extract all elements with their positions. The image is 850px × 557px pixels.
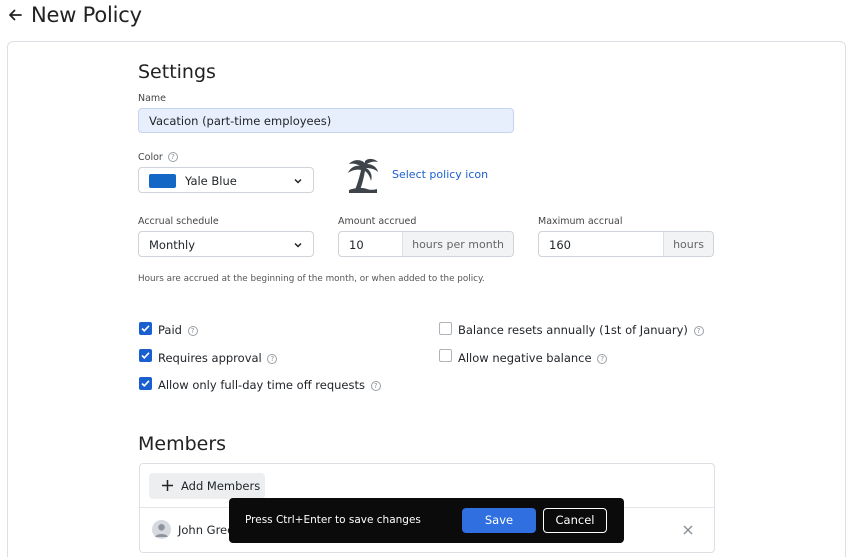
amount-accrued-input[interactable]: 10: [339, 232, 402, 256]
accrual-hint: Hours are accrued at the beginning of th…: [138, 274, 485, 284]
palm-tree-icon[interactable]: [345, 154, 385, 194]
add-members-label: Add Members: [181, 479, 261, 493]
requires-approval-label: Requires approval ?: [158, 351, 278, 365]
cancel-button[interactable]: Cancel: [543, 508, 607, 533]
full-day-only-checkbox[interactable]: [139, 377, 152, 390]
full-day-only-label: Allow only full-day time off requests ?: [158, 378, 381, 392]
amount-accrued-field[interactable]: 10 hours per month: [338, 231, 514, 257]
amount-accrued-suffix: hours per month: [402, 232, 513, 256]
add-members-button[interactable]: Add Members: [149, 473, 265, 499]
members-heading: Members: [138, 433, 227, 455]
color-select[interactable]: Yale Blue: [138, 167, 314, 193]
save-button[interactable]: Save: [462, 508, 536, 533]
allow-negative-balance-checkbox[interactable]: [439, 349, 452, 362]
settings-heading: Settings: [138, 61, 216, 83]
close-icon[interactable]: [683, 525, 693, 535]
help-icon[interactable]: ?: [370, 381, 381, 391]
requires-approval-checkbox[interactable]: [139, 349, 152, 362]
accrual-schedule-select[interactable]: Monthly: [138, 231, 314, 257]
requires-approval-label-text: Requires approval: [158, 351, 262, 365]
balance-resets-label-text: Balance resets annually (1st of January): [458, 323, 688, 337]
top-bar: New Policy: [0, 0, 850, 34]
help-icon[interactable]: ?: [187, 326, 198, 336]
page-title: New Policy: [31, 3, 142, 27]
maximum-accrual-field[interactable]: 160 hours: [538, 231, 714, 257]
balance-resets-checkbox[interactable]: [439, 322, 452, 335]
name-field[interactable]: Vacation (part-time employees): [138, 108, 514, 133]
color-label: Color ?: [138, 152, 178, 163]
toast-message: Press Ctrl+Enter to save changes: [245, 514, 421, 526]
allow-negative-balance-label: Allow negative balance ?: [458, 351, 608, 365]
help-icon[interactable]: ?: [693, 326, 704, 336]
color-swatch: [149, 174, 176, 188]
plus-icon: [162, 480, 173, 491]
help-icon[interactable]: ?: [597, 354, 608, 364]
allow-negative-balance-label-text: Allow negative balance: [458, 351, 592, 365]
full-day-only-label-text: Allow only full-day time off requests: [158, 378, 365, 392]
arrow-left-icon[interactable]: [8, 8, 22, 22]
accrual-schedule-label: Accrual schedule: [138, 216, 219, 227]
maximum-accrual-suffix: hours: [663, 232, 713, 256]
select-policy-icon-link[interactable]: Select policy icon: [392, 168, 488, 181]
chevron-down-icon: [294, 178, 302, 184]
help-icon[interactable]: ?: [167, 152, 178, 162]
paid-label-text: Paid: [158, 323, 182, 337]
chevron-down-icon: [294, 242, 302, 248]
accrual-schedule-value: Monthly: [149, 238, 196, 252]
paid-checkbox[interactable]: [139, 322, 152, 335]
help-icon[interactable]: ?: [267, 354, 278, 364]
member-name: John Gree: [178, 523, 235, 537]
avatar: [152, 520, 171, 539]
paid-label: Paid ?: [158, 323, 198, 337]
maximum-accrual-label: Maximum accrual: [538, 216, 623, 227]
balance-resets-label: Balance resets annually (1st of January)…: [458, 323, 704, 337]
color-select-value: Yale Blue: [185, 174, 237, 188]
color-label-text: Color: [138, 152, 163, 163]
maximum-accrual-input[interactable]: 160: [539, 232, 663, 256]
save-changes-toast: Press Ctrl+Enter to save changes Save Ca…: [229, 498, 624, 543]
name-label: Name: [138, 93, 167, 104]
amount-accrued-label: Amount accrued: [338, 216, 417, 227]
